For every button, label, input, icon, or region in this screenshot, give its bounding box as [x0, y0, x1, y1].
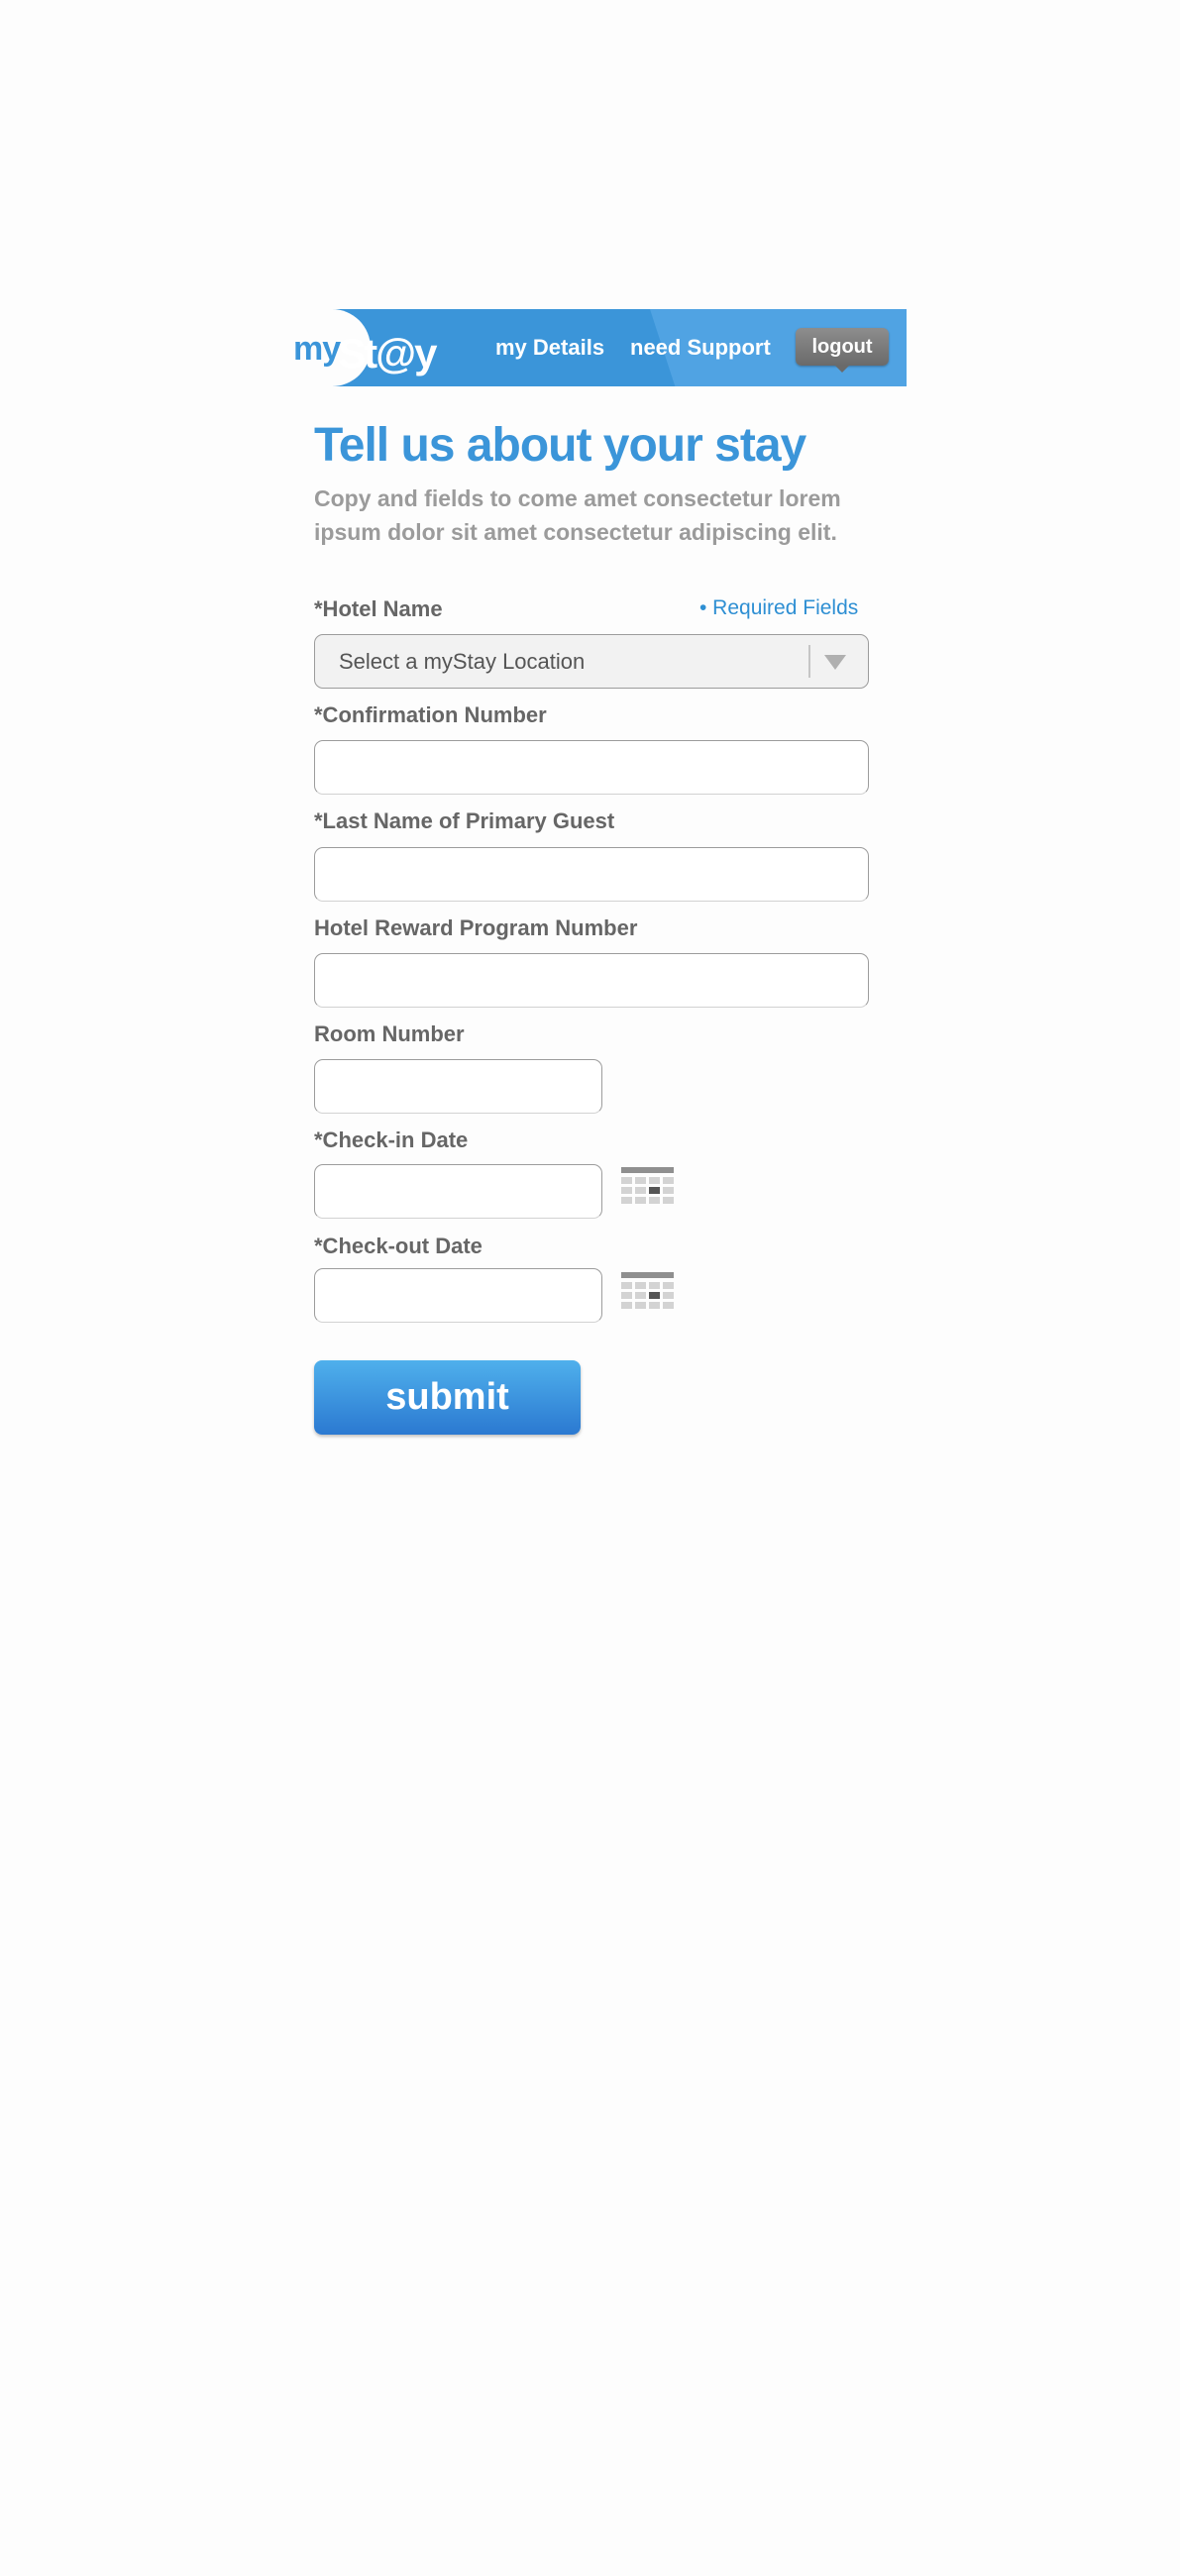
select-divider: [808, 645, 810, 678]
calendar-icon[interactable]: [621, 1167, 674, 1213]
checkout-date-input[interactable]: [314, 1268, 602, 1323]
nav-my-details[interactable]: my Details: [495, 309, 604, 386]
required-fields-note: • Required Fields: [699, 596, 859, 619]
last-name-input[interactable]: [314, 847, 869, 902]
confirmation-number-label: *Confirmation Number: [314, 702, 547, 727]
reward-number-label: Hotel Reward Program Number: [314, 915, 638, 940]
logo-my: my: [293, 330, 341, 368]
checkout-date-label: *Check-out Date: [314, 1234, 483, 1258]
app-header: my St@y my Details need Support logout: [293, 309, 907, 386]
logo-stay: St@y: [338, 330, 437, 376]
checkin-date-label: *Check-in Date: [314, 1127, 469, 1152]
calendar-icon[interactable]: [621, 1272, 674, 1318]
page-title: Tell us about your stay: [314, 419, 806, 472]
chevron-down-icon[interactable]: [824, 655, 846, 670]
hotel-name-label: *Hotel Name: [314, 596, 443, 621]
last-name-label: *Last Name of Primary Guest: [314, 808, 615, 833]
hotel-name-select[interactable]: Select a myStay Location: [314, 634, 869, 689]
reward-number-input[interactable]: [314, 953, 869, 1008]
intro-copy: Copy and fields to come amet consectetur…: [314, 485, 841, 545]
confirmation-number-input[interactable]: [314, 740, 869, 795]
logo[interactable]: my St@y: [293, 319, 437, 376]
submit-button[interactable]: submit: [314, 1360, 581, 1435]
logout-button[interactable]: logout: [796, 328, 889, 373]
hotel-name-selected: Select a myStay Location: [339, 649, 586, 674]
checkin-date-input[interactable]: [314, 1164, 602, 1219]
room-number-label: Room Number: [314, 1021, 465, 1046]
nav-need-support[interactable]: need Support: [630, 309, 771, 386]
room-number-input[interactable]: [314, 1059, 602, 1114]
